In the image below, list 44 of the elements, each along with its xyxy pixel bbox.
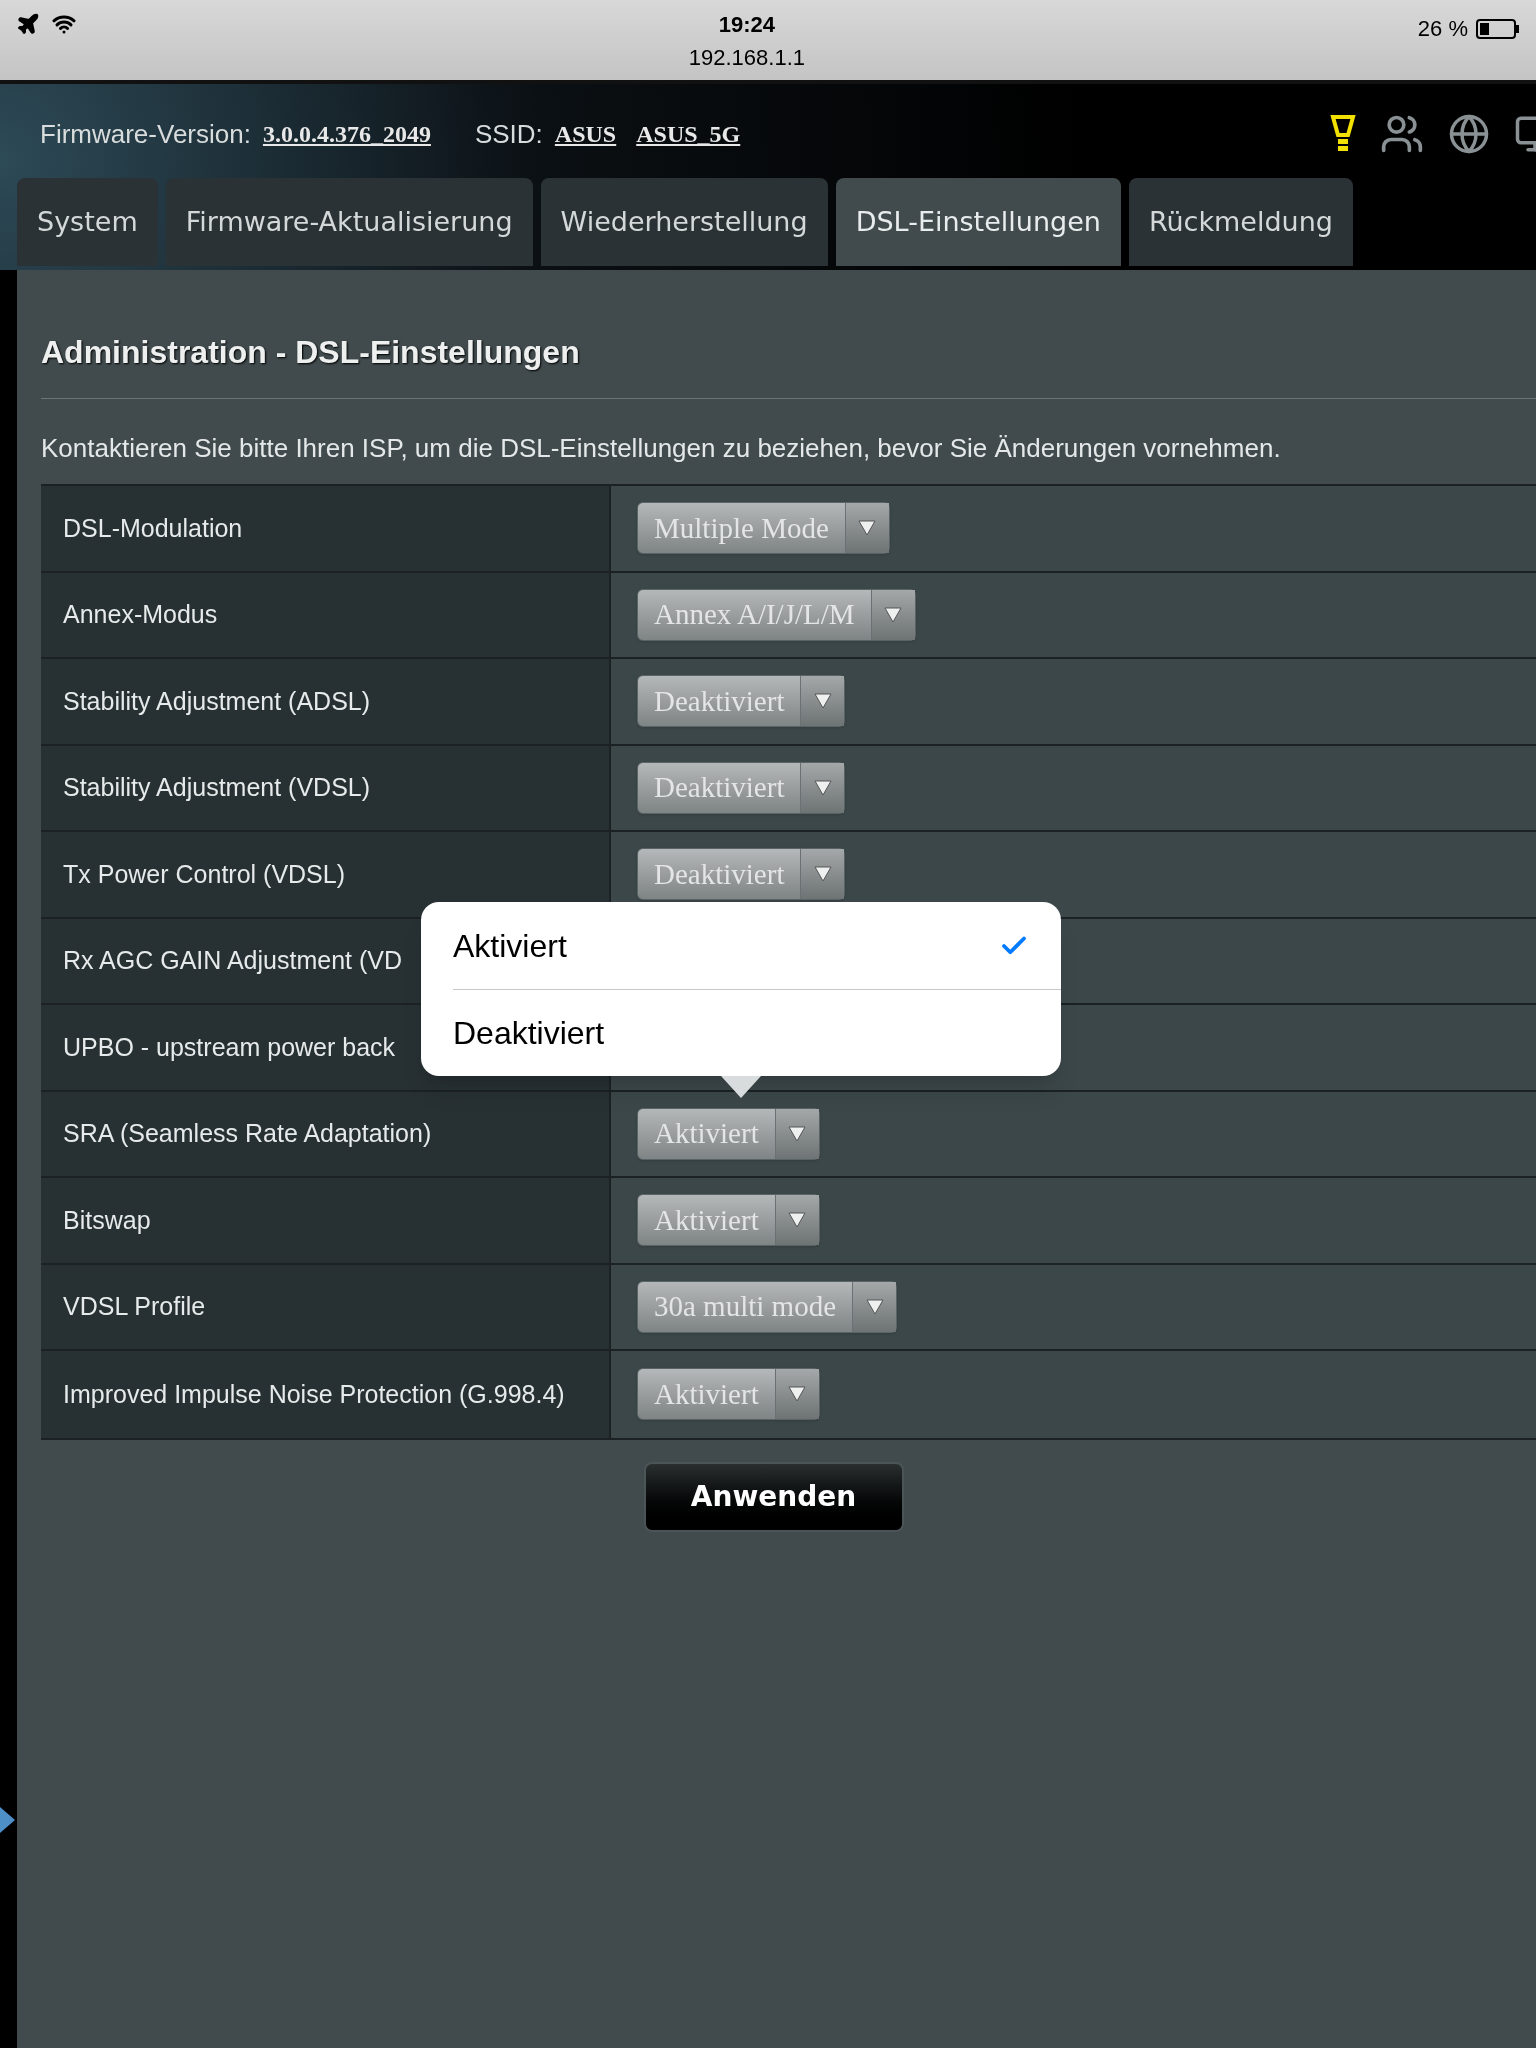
setting-label: Improved Impulse Noise Protection (G.998.4) [63, 1378, 565, 1410]
setting-label: Bitswap [63, 1204, 151, 1236]
apply-button[interactable]: Anwenden [643, 1461, 904, 1532]
tab[interactable]: Wiederherstellung [540, 178, 828, 266]
battery-percent: 26 % [1417, 15, 1468, 43]
address-bar[interactable]: 192.168.1.1 [688, 41, 806, 74]
ssid-label: SSID: [474, 117, 543, 151]
expand-arrow-icon[interactable] [0, 1807, 15, 1833]
setting-label: UPBO - upstream power back [63, 1031, 396, 1063]
setting-label: DSL-Modulation [63, 512, 243, 544]
caret-icon [788, 1386, 807, 1403]
setting-label: Tx Power Control (VDSL) [63, 858, 346, 890]
tab[interactable]: DSL-Einstellungen [835, 178, 1121, 266]
clock-time: 19:24 [718, 11, 776, 39]
popover-pointer-icon [721, 1076, 761, 1098]
caret-icon [813, 693, 832, 710]
tab[interactable]: Firmware-Aktualisierung [165, 178, 533, 266]
ssid-link[interactable]: ASUS_5G [636, 116, 741, 152]
caret-icon [884, 606, 903, 623]
lamp-icon[interactable] [1330, 115, 1356, 153]
page-description: Kontaktieren Sie bitte Ihren ISP, um die DSL-Einstellungen zu beziehen, bevor Sie Änderungen vornehmen. [41, 432, 1282, 465]
firmware-version-link[interactable]: 3.0.0.4.376_2049 [262, 116, 431, 152]
setting-label: VDSL Profile [63, 1291, 206, 1322]
caret-icon [788, 1212, 807, 1229]
firmware-label: Firmware-Version: [40, 117, 251, 151]
caret-icon [858, 520, 877, 537]
airplane-icon [16, 12, 40, 36]
page-title: Administration - DSL-Einstellungen [41, 333, 581, 372]
caret-icon [788, 1125, 807, 1142]
caret-icon [865, 1298, 884, 1315]
setting-label: Stability Adjustment (VDSL) [63, 772, 371, 803]
popover-option[interactable]: Aktiviert [453, 902, 1061, 989]
caret-icon [813, 866, 832, 883]
setting-label: SRA (Seamless Rate Adaptation) [63, 1118, 432, 1149]
tab[interactable]: System [17, 178, 158, 266]
setting-label: Annex-Modus [63, 599, 218, 630]
setting-label: Rx AGC GAIN Adjustment (VD [63, 945, 402, 976]
battery-icon [1476, 18, 1520, 39]
popover-option[interactable]: Deaktiviert [453, 989, 1061, 1076]
tab[interactable]: Rückmeldung [1128, 178, 1353, 266]
caret-icon [813, 779, 832, 796]
setting-label: Stability Adjustment (ADSL) [63, 685, 371, 717]
globe-icon[interactable] [1448, 113, 1490, 155]
ssid-link[interactable]: ASUS [554, 116, 617, 152]
